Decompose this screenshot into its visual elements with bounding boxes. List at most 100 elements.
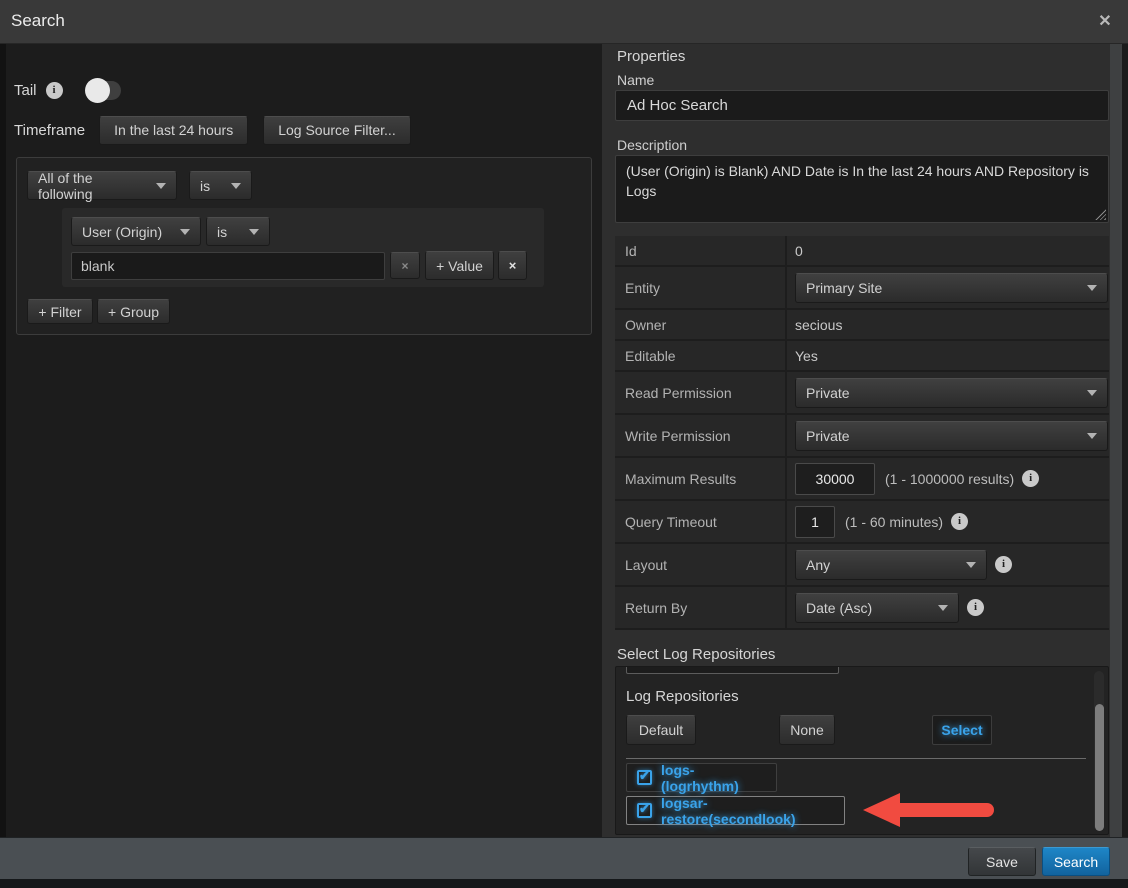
description-textarea[interactable]: (User (Origin) is Blank) AND Date is In … [615,155,1109,223]
property-row-layout: Layout Any i [615,544,1109,587]
tail-label: Tail [14,82,37,99]
editable-value: Yes [795,348,818,364]
property-row-id: Id 0 [615,236,1109,267]
row-label: Owner [615,310,787,339]
query-timeout-input[interactable] [795,506,835,538]
repository-label: logs-(logrhythm) [661,762,766,794]
timeframe-button[interactable]: In the last 24 hours [99,116,248,145]
name-input[interactable] [615,90,1109,121]
maximum-results-input[interactable] [795,463,875,495]
chevron-down-icon [1087,433,1097,439]
repository-item-logsar-restore-secondlook[interactable]: ✔ logsar-restore(secondlook) [626,796,845,825]
repository-label: logsar-restore(secondlook) [661,795,834,827]
properties-panel: Properties Name Description (User (Origi… [602,44,1110,837]
property-row-maximum-results: Maximum Results (1 - 1000000 results) i [615,458,1109,501]
toggle-knob [85,78,110,103]
group-operator-value: All of the following [38,170,146,202]
search-dialog: Search ✕ Tail i Timeframe In the last 24… [0,0,1128,888]
group-verb-value: is [200,178,210,194]
read-permission-dropdown[interactable]: Private [795,378,1108,408]
timeframe-label: Timeframe [14,122,85,139]
row-label: Editable [615,341,787,370]
add-filter-button[interactable]: + Filter [27,299,93,324]
property-row-query-timeout: Query Timeout (1 - 60 minutes) i [615,501,1109,544]
filter-value-input[interactable] [71,252,385,280]
log-repositories-panel[interactable]: Log Repositories Default None Select ✔ l… [615,666,1109,835]
divider [626,758,1086,759]
tail-row: Tail i [14,78,121,102]
row-label: Read Permission [615,372,787,413]
row-label: Maximum Results [615,458,787,499]
layout-dropdown[interactable]: Any [795,550,987,580]
underlying-page-bottom-edge [0,879,1128,888]
read-permission-value: Private [806,385,850,401]
filter-field-dropdown[interactable]: User (Origin) [71,217,201,246]
name-label: Name [617,72,654,88]
checkbox-checked-icon[interactable]: ✔ [637,803,652,818]
clear-value-button[interactable]: × [390,252,420,279]
id-value: 0 [795,243,803,259]
write-permission-dropdown[interactable]: Private [795,421,1108,451]
chevron-down-icon [1087,285,1097,291]
dialog-title: Search [11,11,65,31]
query-timeout-info-icon[interactable]: i [951,513,968,530]
filter-group-box: All of the following is User (Origin) is [16,157,592,335]
repository-item-logs-logrhythm[interactable]: ✔ logs-(logrhythm) [626,763,777,792]
select-log-repositories-label: Select Log Repositories [617,646,775,663]
layout-value: Any [806,557,830,573]
close-icon[interactable]: ✕ [1094,11,1116,33]
select-button[interactable]: Select [932,715,992,745]
row-label: Id [615,236,787,265]
resize-handle-icon[interactable] [1095,209,1106,220]
chevron-down-icon [938,605,948,611]
row-label: Entity [615,267,787,308]
filter-field-value: User (Origin) [82,224,162,240]
add-value-button[interactable]: + Value [425,251,494,280]
search-button[interactable]: Search [1042,847,1110,876]
dialog-titlebar: Search ✕ [0,0,1128,44]
write-permission-value: Private [806,428,850,444]
layout-info-icon[interactable]: i [995,556,1012,573]
select-button-label: Select [941,722,982,738]
chevron-down-icon [231,183,241,189]
default-button[interactable]: Default [626,715,696,745]
owner-value: secious [795,317,842,333]
maximum-results-info-icon[interactable]: i [1022,470,1039,487]
description-label: Description [617,137,687,153]
repositories-scrollbar[interactable] [1094,671,1104,831]
query-timeout-hint: (1 - 60 minutes) [845,514,943,530]
entity-dropdown[interactable]: Primary Site [795,273,1108,303]
group-operator-row: All of the following is [27,171,252,200]
none-button[interactable]: None [779,715,835,745]
log-source-filter-button[interactable]: Log Source Filter... [263,116,411,145]
filter-verb-value: is [217,224,227,240]
row-label: Write Permission [615,415,787,456]
return-by-info-icon[interactable]: i [967,599,984,616]
chevron-down-icon [1087,390,1097,396]
group-operator-dropdown[interactable]: All of the following [27,171,177,200]
tail-info-icon[interactable]: i [46,82,63,99]
dialog-footer [0,837,1128,879]
property-row-read-permission: Read Permission Private [615,372,1109,415]
row-label: Return By [615,587,787,628]
return-by-dropdown[interactable]: Date (Asc) [795,593,959,623]
property-row-entity: Entity Primary Site [615,267,1109,310]
group-verb-dropdown[interactable]: is [189,171,252,200]
scrolled-partial-field [626,666,839,674]
log-repositories-label: Log Repositories [626,688,739,705]
return-by-value: Date (Asc) [806,600,872,616]
chevron-down-icon [156,183,166,189]
description-text: (User (Origin) is Blank) AND Date is In … [626,163,1089,199]
tail-toggle[interactable] [87,81,121,100]
dialog-right-edge [1110,44,1122,837]
scrollbar-thumb[interactable] [1095,704,1104,831]
filter-verb-dropdown[interactable]: is [206,217,270,246]
filter-field-row: User (Origin) is [71,217,270,246]
checkbox-checked-icon[interactable]: ✔ [637,770,652,785]
property-row-editable: Editable Yes [615,341,1109,372]
save-button[interactable]: Save [968,847,1036,876]
add-group-button[interactable]: + Group [97,299,170,324]
remove-filter-button[interactable]: × [498,251,527,280]
chevron-down-icon [249,229,259,235]
filter-actions-row: + Filter + Group [27,299,170,324]
